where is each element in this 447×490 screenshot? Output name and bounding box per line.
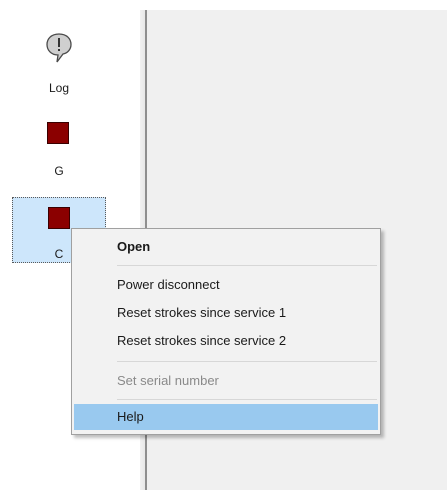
menu-item-open[interactable]: Open (74, 234, 378, 260)
status-square-icon (47, 122, 69, 144)
app-window: Log G C Open Power disconnect Reset stro… (0, 0, 447, 490)
context-menu: Open Power disconnect Reset strokes sinc… (71, 228, 381, 435)
device-item-g[interactable]: G (12, 118, 106, 182)
menu-separator (117, 399, 377, 400)
menu-separator (117, 361, 377, 362)
menu-item-set-serial-number: Set serial number (117, 373, 219, 388)
menu-item-reset-strokes-1[interactable]: Reset strokes since service 1 (74, 300, 378, 326)
top-strip (0, 0, 447, 10)
device-label: Log (48, 81, 70, 95)
speech-bubble-exclamation-icon (46, 33, 72, 63)
device-label: G (54, 164, 64, 178)
menu-separator (117, 265, 377, 266)
menu-item-power-disconnect[interactable]: Power disconnect (74, 272, 378, 298)
device-item-log[interactable]: Log (12, 32, 106, 96)
status-square-icon (48, 207, 70, 229)
menu-item-help[interactable]: Help (74, 404, 378, 430)
menu-item-reset-strokes-2[interactable]: Reset strokes since service 2 (74, 328, 378, 354)
